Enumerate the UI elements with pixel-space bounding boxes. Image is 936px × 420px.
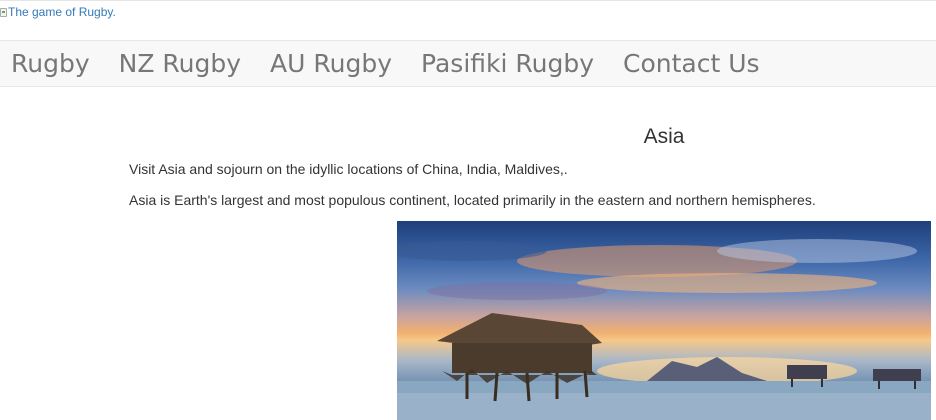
asia-photo	[397, 221, 931, 420]
page-title: Asia	[643, 125, 685, 148]
top-border	[0, 0, 936, 1]
navbar: Rugby NZ Rugby AU Rugby Pasifiki Rugby C…	[0, 40, 936, 87]
description-paragraph: Asia is Earth's largest and most populou…	[129, 192, 816, 208]
nav-item-rugby[interactable]: Rugby	[11, 49, 90, 78]
nav-item-nz-rugby[interactable]: NZ Rugby	[119, 49, 241, 78]
nav-item-au-rugby[interactable]: AU Rugby	[270, 49, 392, 78]
page: The game of Rugby. Rugby NZ Rugby AU Rug…	[0, 0, 936, 420]
nav-item-contact-us[interactable]: Contact Us	[623, 49, 760, 78]
broken-image-icon	[0, 7, 7, 17]
intro-paragraph: Visit Asia and sojourn on the idyllic lo…	[129, 161, 568, 177]
logo-alt-text: The game of Rugby.	[8, 5, 116, 19]
logo-link[interactable]: The game of Rugby.	[0, 4, 116, 20]
nav-item-pasifiki-rugby[interactable]: Pasifiki Rugby	[421, 49, 594, 78]
photo-illustration	[397, 239, 931, 420]
